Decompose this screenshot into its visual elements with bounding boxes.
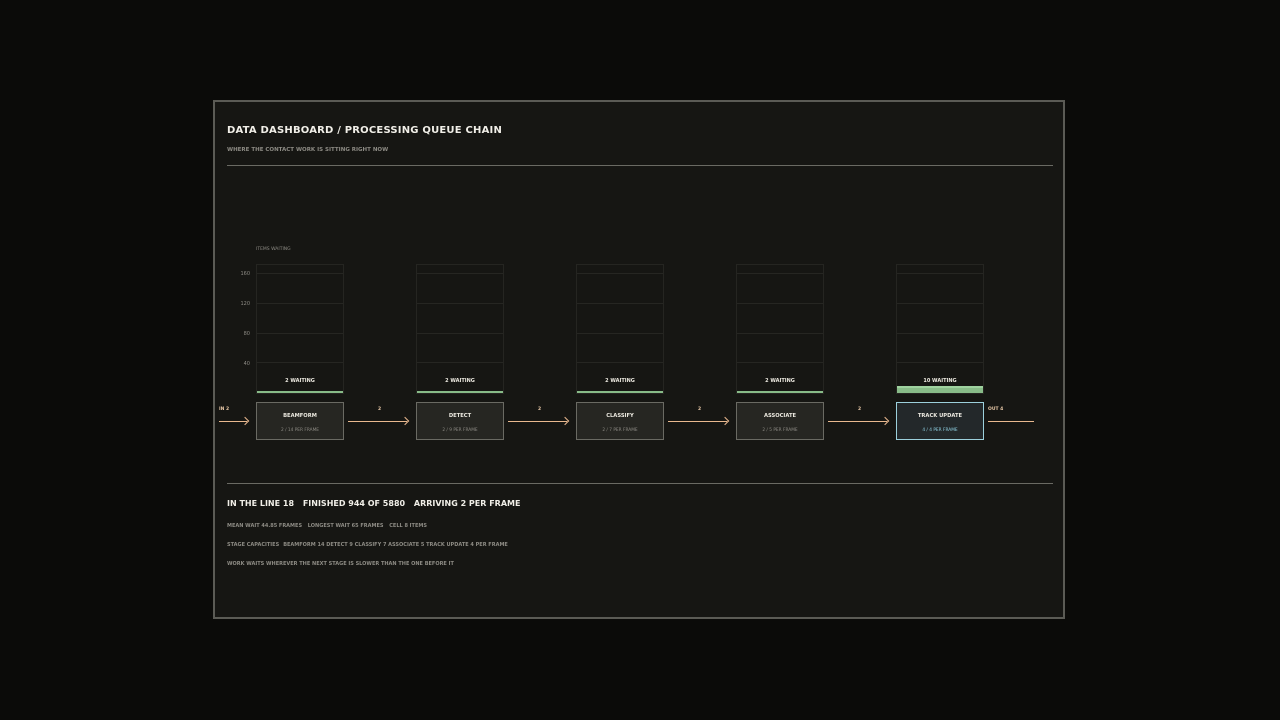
queue-column bbox=[896, 264, 984, 394]
flow-arrow bbox=[828, 421, 887, 422]
stage-detect[interactable]: DETECT 2 / 9 PER FRAME bbox=[416, 402, 504, 440]
wait-stats: MEAN WAIT 44.85 FRAMES LONGEST WAIT 65 F… bbox=[227, 523, 431, 529]
flow-count-label: 2 bbox=[378, 407, 382, 412]
waiting-label-classify: 2 WAITING bbox=[605, 378, 635, 384]
queue-column bbox=[576, 264, 664, 394]
flow-count-label: 2 bbox=[538, 407, 542, 412]
flow-count-label: 2 bbox=[858, 407, 862, 412]
stage-track-update[interactable]: TRACK UPDATE 4 / 4 PER FRAME bbox=[896, 402, 984, 440]
capacities-line: STAGE CAPACITIES BEAMFORM 14 DETECT 9 CLA… bbox=[227, 542, 512, 548]
grid-line bbox=[737, 332, 823, 334]
capacities-label: STAGE CAPACITIES bbox=[227, 542, 280, 548]
grid-line bbox=[577, 362, 663, 364]
grid-line bbox=[257, 273, 343, 275]
grid-line bbox=[577, 332, 663, 334]
grid-line bbox=[737, 362, 823, 364]
y-tick-label: 160 bbox=[240, 271, 250, 277]
flow-in-label: IN 2 bbox=[219, 407, 230, 412]
y-tick-label: 80 bbox=[243, 331, 250, 337]
flow-out-label: OUT 4 bbox=[988, 407, 1004, 412]
flow-arrow bbox=[668, 421, 727, 422]
queue-bar bbox=[577, 391, 663, 393]
longest-wait: LONGEST WAIT 65 FRAMES bbox=[307, 523, 384, 529]
y-tick-label: 120 bbox=[240, 301, 250, 307]
grid-line bbox=[737, 273, 823, 275]
flow-count-label: 2 bbox=[698, 407, 702, 412]
waiting-label-track-update: 10 WAITING bbox=[923, 378, 957, 384]
flow-arrow bbox=[508, 421, 567, 422]
stage-name: CLASSIFY bbox=[606, 413, 634, 419]
grid-line bbox=[257, 362, 343, 364]
stage-rate: 2 / 5 PER FRAME bbox=[762, 428, 798, 433]
y-tick-label: 40 bbox=[243, 361, 250, 367]
grid-line bbox=[897, 332, 983, 334]
grid-line bbox=[417, 273, 503, 275]
stage-name: TRACK UPDATE bbox=[917, 413, 963, 419]
page-subtitle: WHERE THE CONTACT WORK IS SITTING RIGHT … bbox=[227, 147, 389, 153]
stage-rate: 4 / 4 PER FRAME bbox=[922, 428, 958, 433]
grid-line bbox=[897, 273, 983, 275]
grid-line bbox=[417, 302, 503, 304]
stage-classify[interactable]: CLASSIFY 2 / 7 PER FRAME bbox=[576, 402, 664, 440]
stage-name: DETECT bbox=[448, 413, 472, 419]
grid-line bbox=[417, 362, 503, 364]
queue-bar bbox=[737, 391, 823, 393]
waiting-label-detect: 2 WAITING bbox=[445, 378, 475, 384]
grid-line bbox=[577, 302, 663, 304]
queue-bar bbox=[417, 391, 503, 393]
stage-name: ASSOCIATE bbox=[763, 413, 797, 419]
grid-line bbox=[257, 302, 343, 304]
in-line-count: IN THE LINE 18 bbox=[227, 499, 295, 508]
grid-line bbox=[577, 273, 663, 275]
summary-divider bbox=[227, 483, 1053, 484]
queue-column bbox=[416, 264, 504, 394]
mean-wait: MEAN WAIT 44.85 FRAMES bbox=[227, 523, 303, 529]
header-divider bbox=[227, 165, 1053, 166]
footer-note: WORK WAITS WHEREVER THE NEXT STAGE IS SL… bbox=[227, 561, 454, 567]
queue-column bbox=[736, 264, 824, 394]
stage-rate: 2 / 9 PER FRAME bbox=[442, 428, 478, 433]
queue-column bbox=[256, 264, 344, 394]
cell-size: CELL 8 ITEMS bbox=[389, 523, 427, 529]
flow-arrow bbox=[348, 421, 407, 422]
grid-line bbox=[897, 302, 983, 304]
page-title: DATA DASHBOARD / PROCESSING QUEUE CHAIN bbox=[227, 125, 503, 136]
grid-line bbox=[257, 332, 343, 334]
finished-count: FINISHED 944 OF 5880 bbox=[302, 499, 406, 508]
stage-rate: 2 / 14 PER FRAME bbox=[280, 428, 320, 433]
stage-beamform[interactable]: BEAMFORM 2 / 14 PER FRAME bbox=[256, 402, 344, 440]
queue-bar bbox=[257, 391, 343, 393]
grid-line bbox=[897, 362, 983, 364]
stage-rate: 2 / 7 PER FRAME bbox=[602, 428, 638, 433]
grid-line bbox=[417, 332, 503, 334]
waiting-label-associate: 2 WAITING bbox=[765, 378, 795, 384]
grid-line bbox=[737, 302, 823, 304]
summary-row: IN THE LINE 18 FINISHED 944 OF 5880 ARRI… bbox=[227, 499, 526, 508]
arriving-rate: ARRIVING 2 PER FRAME bbox=[413, 499, 521, 508]
flow-out-line bbox=[988, 421, 1034, 422]
capacities-values: BEAMFORM 14 DETECT 9 CLASSIFY 7 ASSOCIAT… bbox=[283, 542, 508, 548]
y-axis-label: ITEMS WAITING bbox=[256, 247, 291, 252]
stage-name: BEAMFORM bbox=[283, 413, 317, 419]
stage-associate[interactable]: ASSOCIATE 2 / 5 PER FRAME bbox=[736, 402, 824, 440]
queue-bar-top bbox=[897, 385, 983, 388]
waiting-label-beamform: 2 WAITING bbox=[285, 378, 315, 384]
